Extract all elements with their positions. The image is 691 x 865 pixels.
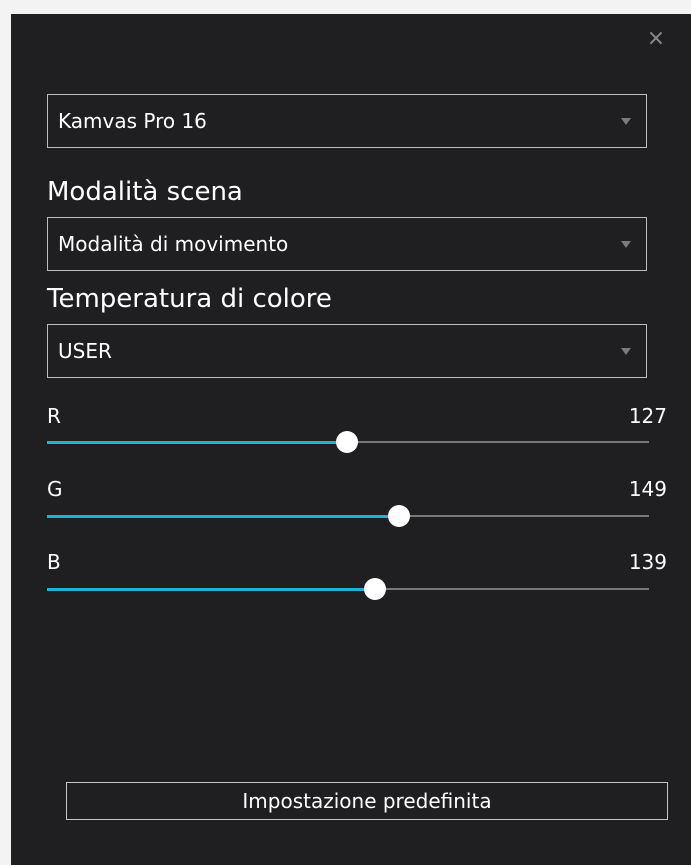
scene-mode-label: Modalità scena xyxy=(47,177,243,207)
slider-r-label: R xyxy=(47,404,61,428)
chevron-down-icon xyxy=(621,118,631,125)
slider-r-thumb[interactable] xyxy=(335,431,358,453)
slider-g-thumb[interactable] xyxy=(387,505,410,527)
slider-b-thumb[interactable] xyxy=(364,578,387,600)
color-temperature-dropdown-value: USER xyxy=(58,339,112,363)
slider-b-value: 139 xyxy=(628,550,667,574)
device-dropdown-value: Kamvas Pro 16 xyxy=(58,109,207,133)
slider-g-value: 149 xyxy=(628,477,667,501)
chevron-down-icon xyxy=(621,348,631,355)
scene-mode-dropdown-value: Modalità di movimento xyxy=(58,232,289,256)
device-dropdown[interactable]: Kamvas Pro 16 xyxy=(47,94,647,148)
slider-r-fill xyxy=(47,441,347,444)
slider-g-fill xyxy=(47,515,399,518)
slider-g-track[interactable] xyxy=(47,505,649,527)
chevron-down-icon xyxy=(621,241,631,248)
close-icon[interactable]: × xyxy=(645,28,667,50)
slider-r-value: 127 xyxy=(628,404,667,428)
slider-b-label: B xyxy=(47,550,61,574)
reset-default-button[interactable]: Impostazione predefinita xyxy=(66,782,668,820)
slider-b-track[interactable] xyxy=(47,578,649,600)
slider-b-fill xyxy=(47,588,376,591)
slider-g-label: G xyxy=(47,477,63,501)
color-temperature-label: Temperatura di colore xyxy=(47,284,332,314)
color-settings-panel: × Kamvas Pro 16 Modalità scena Modalità … xyxy=(11,14,691,865)
scene-mode-dropdown[interactable]: Modalità di movimento xyxy=(47,217,647,271)
color-temperature-dropdown[interactable]: USER xyxy=(47,324,647,378)
slider-r-track[interactable] xyxy=(47,431,649,453)
